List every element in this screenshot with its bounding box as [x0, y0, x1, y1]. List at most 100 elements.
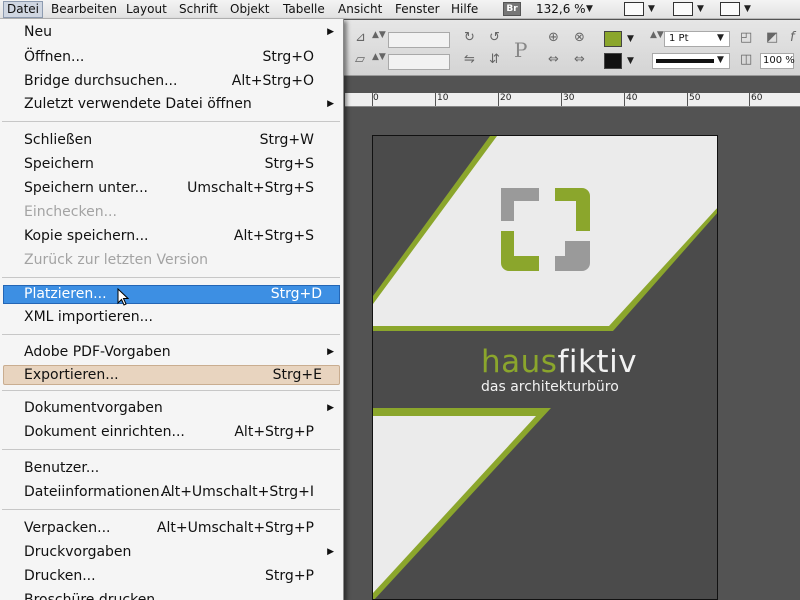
menu-item-druckvorgaben[interactable]: Druckvorgaben ▶: [0, 541, 343, 563]
drop-shadow-icon[interactable]: ◩: [766, 30, 778, 45]
ruler-label: 40: [626, 93, 638, 103]
rotate-cw-icon[interactable]: ↻: [464, 30, 475, 45]
zoom-dropdown-icon[interactable]: ▼: [586, 1, 593, 18]
menu-item-shortcut: Strg+D: [270, 286, 322, 302]
stroke-type-preview: [656, 59, 714, 63]
menu-objekt[interactable]: Objekt: [227, 1, 272, 18]
menu-schrift[interactable]: Schrift: [176, 1, 221, 18]
menu-item-shortcut: Strg+W: [259, 132, 314, 148]
fill-color-swatch[interactable]: [604, 31, 622, 47]
menu-separator: [2, 121, 340, 122]
menu-item-adobe-pdf-vorgaben[interactable]: Adobe PDF-Vorgaben ▶: [0, 341, 343, 363]
menu-item-kopie-speichern[interactable]: Kopie speichern... Alt+Strg+S: [0, 225, 343, 247]
arrange-documents-arrow-icon[interactable]: ▼: [744, 1, 751, 18]
menu-item-einchecken: Einchecken...: [0, 201, 343, 223]
menu-item-dokumentvorgaben[interactable]: Dokumentvorgaben ▶: [0, 397, 343, 419]
stroke-color-swatch[interactable]: [604, 53, 622, 69]
menu-item-drucken[interactable]: Drucken... Strg+P: [0, 565, 343, 587]
stroke-type-field[interactable]: ▼: [652, 53, 730, 69]
ruler-label: 10: [437, 93, 449, 103]
effects-icon[interactable]: ◰: [740, 30, 752, 45]
menu-fenster[interactable]: Fenster: [392, 1, 443, 18]
menu-item-label: Speichern unter...: [24, 180, 148, 196]
menu-item-bridge-durchsuchen[interactable]: Bridge durchsuchen... Alt+Strg+O: [0, 70, 343, 92]
menu-layout[interactable]: Layout: [123, 1, 170, 18]
stroke-type-arrow-icon[interactable]: ▼: [717, 52, 724, 69]
ruler-label: 60: [751, 93, 763, 103]
menu-item-shortcut: Alt+Umschalt+Strg+I: [161, 484, 314, 500]
menu-item-exportieren[interactable]: Exportieren... Strg+E: [3, 365, 340, 385]
menu-item-speichern-unter[interactable]: Speichern unter... Umschalt+Strg+S: [0, 177, 343, 199]
submenu-arrow-icon: ▶: [327, 347, 334, 357]
view-options-icon[interactable]: [624, 2, 644, 16]
bridge-button[interactable]: Br: [503, 2, 521, 16]
menu-tabelle[interactable]: Tabelle: [280, 1, 328, 18]
menu-item-label: Dateiinformationen...: [24, 484, 173, 500]
menu-item-verpacken[interactable]: Verpacken... Alt+Umschalt+Strg+P: [0, 517, 343, 539]
menu-item-dateiinformationen[interactable]: Dateiinformationen... Alt+Umschalt+Strg+…: [0, 481, 343, 503]
opacity-field[interactable]: 100 %: [760, 53, 795, 69]
menu-hilfe[interactable]: Hilfe: [448, 1, 481, 18]
menu-item-shortcut: Strg+O: [262, 49, 314, 65]
ruler-label: 20: [500, 93, 512, 103]
menu-item-broschuere-drucken[interactable]: Broschüre drucken...: [0, 589, 343, 600]
stroke-weight-value: 1 Pt: [669, 33, 689, 44]
ruler-label: 50: [689, 93, 701, 103]
menu-item-label: Öffnen...: [24, 49, 85, 65]
menu-item-xml-importieren[interactable]: XML importieren...: [0, 306, 343, 328]
arrange-documents-icon[interactable]: [720, 2, 740, 16]
menu-item-dokument-einrichten[interactable]: Dokument einrichten... Alt+Strg+P: [0, 421, 343, 443]
menu-item-zurueck-zur-letzten-version: Zurück zur letzten Version: [0, 249, 343, 271]
horizontal-ruler[interactable]: 0 10 20 30 40 50 60: [345, 92, 800, 107]
shear-stepper-icon[interactable]: ▲▼: [372, 52, 386, 62]
select-content-icon[interactable]: ⊗: [574, 30, 585, 45]
select-next-icon[interactable]: ⇔: [574, 52, 585, 67]
menu-item-shortcut: Alt+Umschalt+Strg+P: [156, 520, 314, 536]
flip-horizontal-icon[interactable]: ⇋: [464, 52, 475, 67]
shear-angle-field[interactable]: [388, 54, 450, 70]
ruler-tick: [498, 92, 499, 106]
stroke-color-arrow-icon[interactable]: ▼: [627, 53, 634, 70]
menu-item-label: Verpacken...: [24, 520, 111, 536]
menu-item-label: Broschüre drucken...: [24, 592, 169, 600]
menu-item-label: Einchecken...: [24, 204, 117, 220]
rotate-ccw-icon[interactable]: ↺: [489, 30, 500, 45]
menu-item-label: XML importieren...: [24, 309, 153, 325]
fill-color-arrow-icon[interactable]: ▼: [627, 31, 634, 48]
submenu-arrow-icon: ▶: [327, 27, 334, 37]
menu-item-benutzer[interactable]: Benutzer...: [0, 457, 343, 479]
path-text-icon[interactable]: P: [514, 38, 527, 62]
document-page[interactable]: hausfiktiv das architekturbüro: [372, 135, 718, 600]
stroke-weight-arrow-icon[interactable]: ▼: [717, 30, 724, 47]
menu-item-shortcut: Umschalt+Strg+S: [187, 180, 314, 196]
menu-item-label: Drucken...: [24, 568, 96, 584]
rotate-stepper-icon[interactable]: ▲▼: [372, 30, 386, 40]
menu-bearbeiten[interactable]: Bearbeiten: [48, 1, 120, 18]
screen-mode-arrow-icon[interactable]: ▼: [697, 1, 704, 18]
flip-vertical-icon[interactable]: ⇵: [489, 52, 500, 67]
submenu-arrow-icon: ▶: [327, 547, 334, 557]
fx-icon[interactable]: f: [790, 30, 795, 45]
select-previous-icon[interactable]: ⇔: [548, 52, 559, 67]
rotation-angle-field[interactable]: [388, 32, 450, 48]
opacity-value: 100 %: [763, 55, 795, 66]
screen-mode-icon[interactable]: [673, 2, 693, 16]
menu-ansicht[interactable]: Ansicht: [335, 1, 385, 18]
menu-item-speichern[interactable]: Speichern Strg+S: [0, 153, 343, 175]
stroke-weight-field[interactable]: 1 Pt ▼: [664, 31, 730, 47]
menu-item-schliessen[interactable]: Schließen Strg+W: [0, 129, 343, 151]
view-options-arrow-icon[interactable]: ▼: [648, 1, 655, 18]
ruler-tick: [749, 92, 750, 106]
menu-item-neu[interactable]: Neu ▶: [0, 21, 343, 43]
submenu-arrow-icon: ▶: [327, 403, 334, 413]
menu-item-oeffnen[interactable]: Öffnen... Strg+O: [0, 46, 343, 68]
menu-item-label: Platzieren...: [24, 286, 107, 302]
menu-item-shortcut: Strg+P: [265, 568, 314, 584]
stroke-weight-stepper-icon[interactable]: ▲▼: [650, 30, 664, 40]
ruler-tick: [624, 92, 625, 106]
select-container-icon[interactable]: ⊕: [548, 30, 559, 45]
menu-item-zuletzt-verwendet[interactable]: Zuletzt verwendete Datei öffnen ▶: [0, 93, 343, 115]
menu-datei[interactable]: Datei: [3, 1, 44, 18]
zoom-level[interactable]: 132,6 %: [536, 1, 586, 18]
menu-item-platzieren[interactable]: Platzieren... Strg+D: [3, 285, 340, 304]
